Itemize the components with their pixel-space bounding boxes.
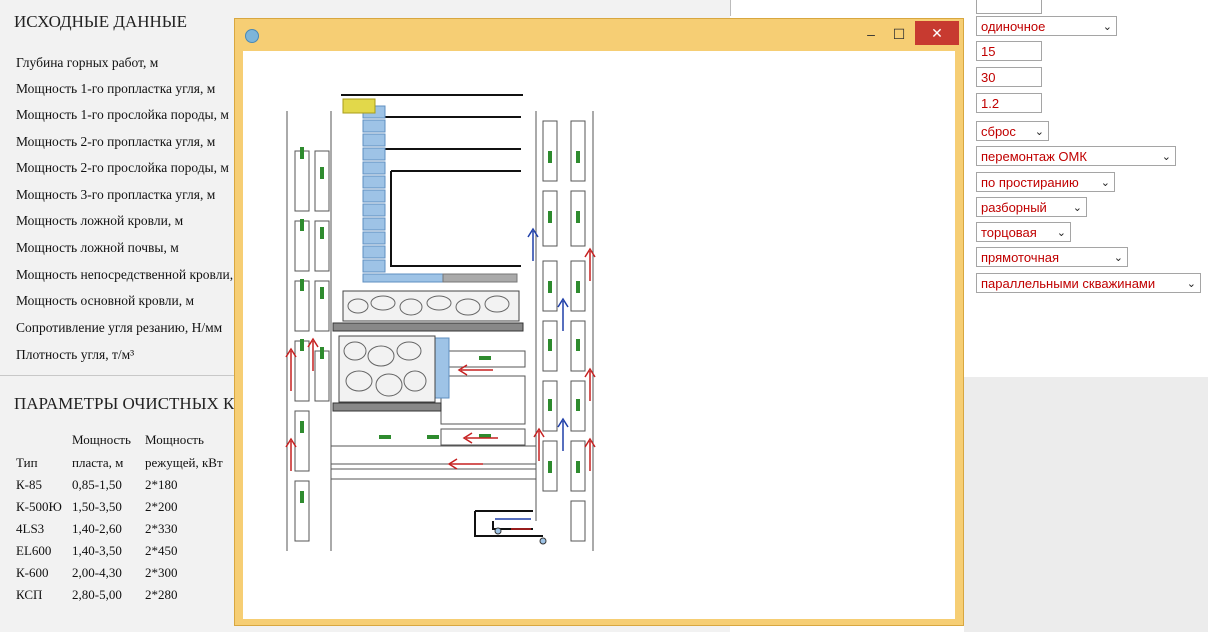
select-degassing[interactable]: параллельными скважинами ⌄ xyxy=(976,273,1201,293)
table-cell: 2*280 xyxy=(145,587,178,602)
select-value: торцовая xyxy=(981,225,1037,240)
table-header: Тип xyxy=(16,455,38,470)
globe-icon xyxy=(245,29,259,43)
select-direction[interactable]: по простиранию ⌄ xyxy=(976,172,1115,192)
field-label: Мощность 1-го прослойка породы, м xyxy=(16,107,229,122)
maximize-button[interactable]: ☐ xyxy=(887,23,911,45)
table-cell: 4LS3 xyxy=(16,521,45,536)
field-label: Глубина горных работ, м xyxy=(16,55,159,70)
right-gray-area xyxy=(964,377,1208,632)
table-cell: 2*200 xyxy=(145,499,178,514)
field-label: Мощность ложной почвы, м xyxy=(16,240,179,255)
input-value-1[interactable]: 15 xyxy=(976,41,1042,61)
table-cell: 1,40-3,50 xyxy=(72,543,122,558)
select-value: разборный xyxy=(981,200,1047,215)
table-cell: 2,80-5,00 xyxy=(72,587,122,602)
table-cell: EL600 xyxy=(16,543,52,558)
select-value: параллельными скважинами xyxy=(981,276,1156,291)
field-label: Плотность угля, т/м³ xyxy=(16,347,135,362)
table-cell: 0,85-1,50 xyxy=(72,477,122,492)
table-cell: К-85 xyxy=(16,477,42,492)
field-label: Мощность непосредственной кровли, м xyxy=(16,267,245,282)
chevron-down-icon: ⌄ xyxy=(1034,126,1044,138)
table-header: Мощность xyxy=(145,432,204,447)
chevron-down-icon: ⌄ xyxy=(1072,202,1082,214)
field-label: Мощность 2-го прослойка породы, м xyxy=(16,160,229,175)
table-cell: КСП xyxy=(16,587,43,602)
scheme-window: – ☐ ✕ xyxy=(234,18,964,626)
field-label: Мощность 3-го пропластка угля, м xyxy=(16,187,216,202)
chevron-down-icon: ⌄ xyxy=(1100,177,1110,189)
chevron-down-icon: ⌄ xyxy=(1186,278,1196,290)
select-remount[interactable]: перемонтаж ОМК ⌄ xyxy=(976,146,1176,166)
table-cell: 2*300 xyxy=(145,565,178,580)
chevron-down-icon: ⌄ xyxy=(1056,227,1066,239)
table-cell: 1,50-3,50 xyxy=(72,499,122,514)
select-ventilation[interactable]: прямоточная ⌄ xyxy=(976,247,1128,267)
select-face[interactable]: торцовая ⌄ xyxy=(976,222,1071,242)
table-cell: 2,00-4,30 xyxy=(72,565,122,580)
chevron-down-icon: ⌄ xyxy=(1113,252,1123,264)
table-cell: 2*330 xyxy=(145,521,178,536)
field-label: Мощность 2-го пропластка угля, м xyxy=(16,134,216,149)
close-button[interactable]: ✕ xyxy=(915,21,959,45)
select-mode[interactable]: одиночное ⌄ xyxy=(976,16,1117,36)
table-cell: К-600 xyxy=(16,565,49,580)
blank-input[interactable] xyxy=(976,0,1042,14)
table-cell: 2*180 xyxy=(145,477,178,492)
select-value: одиночное xyxy=(981,19,1046,34)
mine-scheme-canvas xyxy=(243,51,955,619)
table-header: режущей, кВт xyxy=(145,455,223,470)
mine-scheme-diagram xyxy=(285,94,596,551)
field-label: Мощность ложной кровли, м xyxy=(16,213,184,228)
table-cell: К-500Ю xyxy=(16,499,62,514)
select-support[interactable]: разборный ⌄ xyxy=(976,197,1087,217)
field-label: Мощность 1-го пропластка угля, м xyxy=(16,81,216,96)
table-cell: 2*450 xyxy=(145,543,178,558)
field-label: Мощность основной кровли, м xyxy=(16,293,195,308)
input-value-3[interactable]: 1.2 xyxy=(976,93,1042,113)
table-header: пласта, м xyxy=(72,455,124,470)
chevron-down-icon: ⌄ xyxy=(1161,151,1171,163)
minimize-button[interactable]: – xyxy=(859,23,883,45)
input-value-2[interactable]: 30 xyxy=(976,67,1042,87)
chevron-down-icon: ⌄ xyxy=(1102,21,1112,33)
select-value: перемонтаж ОМК xyxy=(981,149,1087,164)
table-header: Мощность xyxy=(72,432,131,447)
column-separator xyxy=(730,0,731,16)
select-drop[interactable]: сброс ⌄ xyxy=(976,121,1049,141)
input-panel-title: ИСХОДНЫЕ ДАННЫЕ xyxy=(14,12,187,31)
table-cell: 1,40-2,60 xyxy=(72,521,122,536)
field-label: Сопротивление угля резанию, Н/мм xyxy=(16,320,223,335)
select-value: по простиранию xyxy=(981,175,1079,190)
select-value: прямоточная xyxy=(981,250,1060,265)
select-value: сброс xyxy=(981,124,1016,139)
